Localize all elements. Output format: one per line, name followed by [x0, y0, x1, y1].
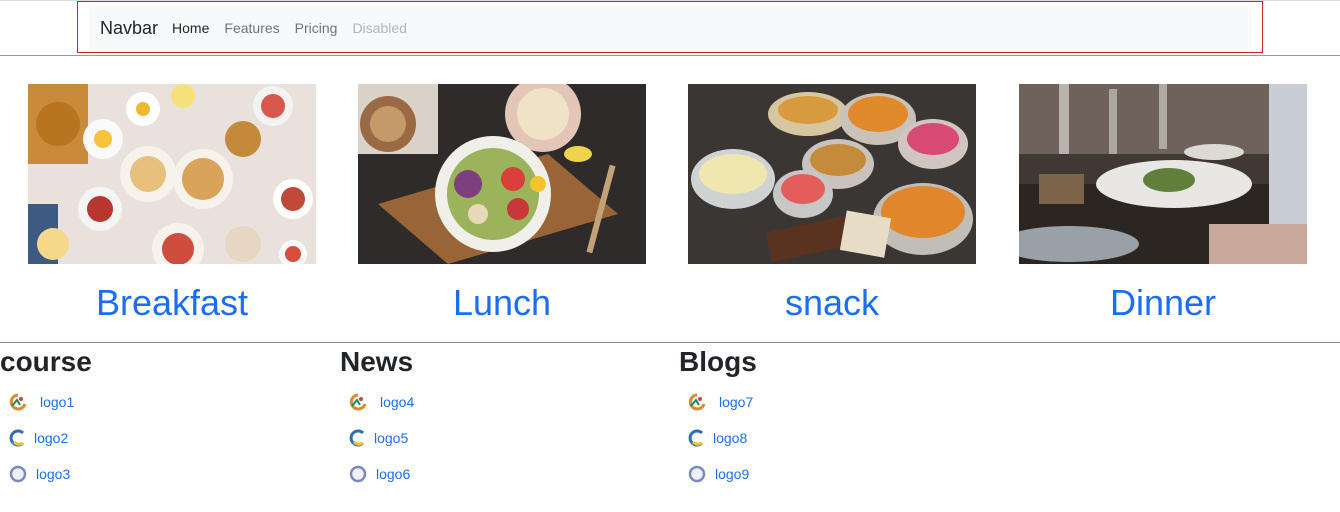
- list-item: logo7: [687, 391, 753, 413]
- navbar-divider: [0, 55, 1340, 56]
- c-arc-logo-icon: [688, 429, 704, 447]
- meal-title-dinner[interactable]: Dinner: [999, 282, 1327, 324]
- list-item: logo2: [8, 427, 68, 449]
- section-title-course: course: [0, 346, 92, 377]
- meal-title-snack[interactable]: snack: [668, 282, 996, 324]
- dinner-photo: [1019, 84, 1307, 264]
- nav-link-home[interactable]: Home: [172, 20, 209, 36]
- meal-title-breakfast[interactable]: Breakfast: [8, 282, 336, 324]
- logo-link-7[interactable]: logo7: [719, 394, 753, 410]
- colorful-logo-icon: [9, 393, 27, 411]
- section-news: News: [340, 344, 670, 380]
- logo-link-6[interactable]: logo6: [376, 466, 410, 482]
- list-item: logo9: [687, 463, 749, 485]
- section-course: course: [0, 344, 330, 380]
- navbar-brand[interactable]: Navbar: [100, 18, 158, 39]
- section-title-blogs: Blogs: [679, 346, 757, 377]
- c-arc-logo-icon: [349, 429, 365, 447]
- list-item: logo4: [348, 391, 414, 413]
- list-item: logo8: [687, 427, 747, 449]
- nav-link-features[interactable]: Features: [224, 20, 279, 36]
- nav-link-pricing[interactable]: Pricing: [295, 20, 338, 36]
- meal-card-lunch: Lunch: [358, 84, 646, 323]
- breakfast-photo: [28, 84, 316, 264]
- section-title-news: News: [340, 346, 414, 377]
- navbar-links: Home Features Pricing Disabled: [172, 20, 422, 36]
- colorful-logo-icon: [688, 393, 706, 411]
- section-blogs: Blogs: [679, 344, 1009, 380]
- logo-link-5[interactable]: logo5: [374, 430, 408, 446]
- meal-card-breakfast: Breakfast: [28, 84, 316, 323]
- colorful-logo-icon: [349, 393, 367, 411]
- list-item: logo6: [348, 463, 410, 485]
- logo-link-3[interactable]: logo3: [36, 466, 70, 482]
- logo-link-1[interactable]: logo1: [40, 394, 74, 410]
- logo-link-9[interactable]: logo9: [715, 466, 749, 482]
- snack-photo: [688, 84, 976, 264]
- ring-logo-icon: [688, 465, 706, 483]
- content-divider: [0, 342, 1340, 343]
- navbar: Navbar Home Features Pricing Disabled: [89, 6, 1251, 50]
- ring-logo-icon: [9, 465, 27, 483]
- c-arc-logo-icon: [9, 429, 25, 447]
- nav-link-disabled: Disabled: [352, 20, 407, 36]
- list-item: logo3: [8, 463, 70, 485]
- logo-link-4[interactable]: logo4: [380, 394, 414, 410]
- meal-card-dinner: Dinner: [1019, 84, 1307, 323]
- ring-logo-icon: [349, 465, 367, 483]
- logo-link-2[interactable]: logo2: [34, 430, 68, 446]
- lunch-photo: [358, 84, 646, 264]
- list-item: logo5: [348, 427, 408, 449]
- meal-title-lunch[interactable]: Lunch: [338, 282, 666, 324]
- meal-card-snack: snack: [688, 84, 976, 323]
- logo-link-8[interactable]: logo8: [713, 430, 747, 446]
- list-item: logo1: [8, 391, 74, 413]
